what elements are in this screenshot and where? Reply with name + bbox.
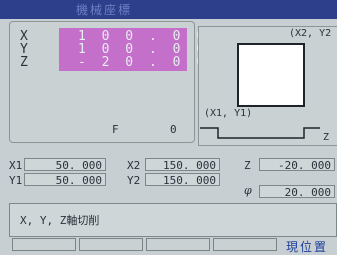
message-text: X, Y, Z軸切削 — [20, 214, 100, 227]
axis-value-z: - 2 0 . 0 0 0 — [78, 55, 232, 70]
corner-label-top: (X2, Y2 — [289, 28, 332, 39]
softkey-3[interactable] — [146, 238, 210, 251]
param-label-y1: Y1 — [9, 174, 23, 187]
feed-value: 0 — [170, 123, 177, 136]
param-label-phi: φ — [244, 184, 252, 197]
softkey-2[interactable] — [79, 238, 143, 251]
param-field-x1[interactable]: 50. 000 — [24, 158, 106, 172]
corner-label-bottom: (X1, Y1) — [204, 108, 253, 119]
title-bar: 機械座標 — [0, 0, 337, 19]
depth-profile-line — [200, 127, 320, 139]
param-field-y2[interactable]: 150. 000 — [145, 173, 220, 187]
param-field-y1[interactable]: 50. 000 — [24, 173, 106, 187]
param-label-x1: X1 — [9, 159, 23, 172]
param-field-z[interactable]: -20. 000 — [259, 158, 335, 172]
softkey-4[interactable] — [213, 238, 277, 251]
workpiece-rectangle — [237, 43, 305, 107]
feed-label: F — [112, 123, 119, 136]
depth-profile — [200, 127, 320, 139]
param-field-phi[interactable]: 20. 000 — [259, 185, 335, 199]
axis-label-z: Z — [20, 55, 28, 70]
param-label-y2: Y2 — [127, 174, 141, 187]
softkey-1[interactable] — [12, 238, 76, 251]
screen-title: 機械座標 — [76, 3, 133, 17]
param-label-x2: X2 — [127, 159, 141, 172]
param-label-z: Z — [244, 159, 251, 172]
mode-label: 現位置 — [286, 240, 329, 254]
z-axis-label: Z — [323, 132, 330, 143]
param-field-x2[interactable]: 150. 000 — [145, 158, 220, 172]
